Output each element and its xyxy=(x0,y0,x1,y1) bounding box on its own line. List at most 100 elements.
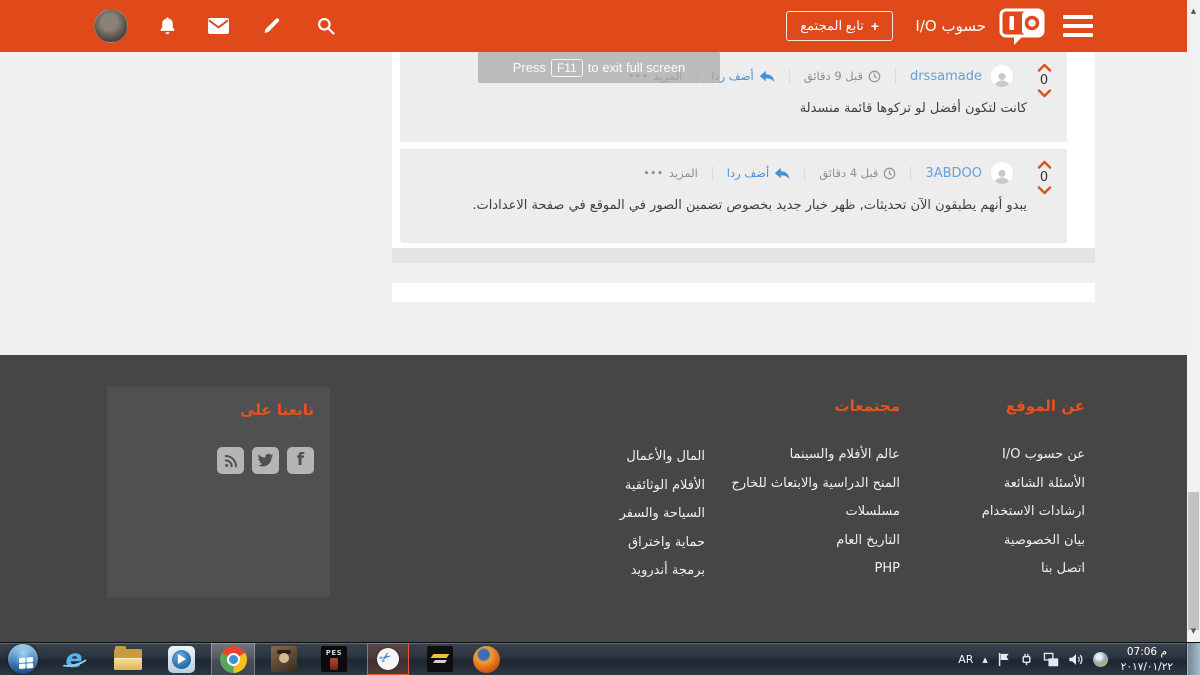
taskbar-clock[interactable]: 07:06 م ٢٠١٧/٠١/٢٢ xyxy=(1117,645,1177,673)
facebook-icon[interactable]: f xyxy=(287,447,314,474)
plus-icon: + xyxy=(871,18,879,34)
comment-row: 0 3ABDOO قبل 4 دقائق xyxy=(400,149,1067,243)
footer-community-link[interactable]: برمجة أندرويد xyxy=(620,557,705,586)
meta-divider xyxy=(712,166,713,181)
footer-link[interactable]: عن حسوب I/O xyxy=(982,441,1085,470)
compose-pencil-icon[interactable] xyxy=(262,15,282,40)
footer-link[interactable]: بيان الخصوصية xyxy=(982,527,1085,556)
action-center-flag-icon[interactable] xyxy=(997,652,1010,667)
windows-explorer-icon[interactable] xyxy=(114,649,142,670)
safely-remove-hardware-icon[interactable] xyxy=(1019,652,1034,667)
hsoub-io-logo[interactable] xyxy=(999,8,1045,49)
footer-community-link[interactable]: المنح الدراسية والابتعاث للخارج xyxy=(732,470,900,499)
footer-about-column: عن الموقع عن حسوب I/O الأسئلة الشائعة ار… xyxy=(982,397,1085,584)
notifications-bell-icon[interactable] xyxy=(157,15,178,41)
site-title[interactable]: حسوب I/O xyxy=(915,0,986,52)
vote-widget: 0 xyxy=(1034,160,1054,195)
footer-community-link[interactable]: PHP xyxy=(732,555,900,584)
firefox-icon[interactable] xyxy=(473,646,500,673)
language-indicator[interactable]: AR xyxy=(958,653,973,666)
commenter-username[interactable]: drssamade xyxy=(910,69,982,84)
nfs-game-icon[interactable] xyxy=(427,646,453,672)
footer-community-link[interactable]: عالم الأفلام والسينما xyxy=(732,441,900,470)
reply-arrow-icon xyxy=(774,167,790,180)
hidden-icons-arrow[interactable]: ▲ xyxy=(982,656,987,664)
follow-us-title: تابعنا على xyxy=(123,401,314,419)
meta-divider xyxy=(789,69,790,84)
gta-game-icon[interactable] xyxy=(271,646,297,672)
f11-key-badge: F11 xyxy=(551,59,583,77)
page-scrollbar[interactable]: ▲ ▼ xyxy=(1187,0,1200,642)
topic-card: 0 drssamade قبل 9 دقائق xyxy=(392,52,1095,302)
comment-meta: 3ABDOO قبل 4 دقائق أضف ردا المزيد ••• xyxy=(400,149,1067,184)
search-icon[interactable] xyxy=(316,16,336,40)
footer-community-link[interactable]: السياحة والسفر xyxy=(620,500,705,529)
pes-game-icon[interactable]: PES xyxy=(321,646,347,672)
clock-icon xyxy=(868,70,881,83)
footer-communities-column-2: المال والأعمال الأفلام الوثائقية السياحة… xyxy=(620,397,705,586)
start-button[interactable] xyxy=(8,644,38,674)
toast-text: Press xyxy=(513,60,546,75)
twitter-icon[interactable] xyxy=(252,447,279,474)
site-footer: عن الموقع عن حسوب I/O الأسئلة الشائعة ار… xyxy=(0,355,1200,642)
show-desktop-button[interactable] xyxy=(1186,643,1200,675)
footer-community-link[interactable]: التاريخ العام xyxy=(732,527,900,556)
comment-time: قبل 4 دقائق xyxy=(819,166,896,180)
footer-communities-column: مجتمعات عالم الأفلام والسينما المنح الدر… xyxy=(732,397,900,584)
chrome-taskbar-button[interactable] xyxy=(211,643,255,675)
vote-widget: 0 xyxy=(1034,63,1054,98)
media-player-icon[interactable] xyxy=(168,646,195,673)
commenter-avatar[interactable] xyxy=(991,65,1013,87)
meta-divider xyxy=(895,69,896,84)
snipping-tool-icon: ✂ xyxy=(377,648,399,670)
more-dots-icon: ••• xyxy=(644,169,664,179)
card-footer-band xyxy=(392,248,1095,263)
footer-community-link[interactable]: المال والأعمال xyxy=(620,443,705,472)
reply-arrow-icon xyxy=(759,70,775,83)
meta-divider xyxy=(804,166,805,181)
menu-icon[interactable] xyxy=(1063,15,1093,37)
volume-speaker-icon[interactable] xyxy=(1068,652,1084,667)
commenter-avatar[interactable] xyxy=(991,162,1013,184)
footer-link[interactable]: الأسئلة الشائعة xyxy=(982,470,1085,499)
user-avatar[interactable] xyxy=(94,9,128,43)
downvote-icon[interactable] xyxy=(1037,186,1052,195)
network-icon[interactable] xyxy=(1043,652,1059,667)
footer-community-link[interactable]: حماية واختراق xyxy=(620,529,705,558)
chrome-icon xyxy=(220,646,247,673)
comment-text: كانت لتكون أفضل لو تركوها قائمة منسدلة xyxy=(400,87,1067,116)
scrollbar-down-arrow[interactable]: ▼ xyxy=(1187,627,1200,635)
clock-icon xyxy=(883,167,896,180)
meta-divider xyxy=(910,166,911,181)
social-icons-row: f xyxy=(123,447,314,474)
upvote-icon[interactable] xyxy=(1037,63,1052,72)
card-footer-band-light xyxy=(392,263,1095,283)
rss-icon[interactable] xyxy=(217,447,244,474)
fullscreen-exit-toast: Press F11 to exit full screen xyxy=(478,52,720,83)
comment-time: قبل 9 دقائق xyxy=(804,69,881,83)
add-reply-link[interactable]: أضف ردا xyxy=(727,166,790,180)
footer-community-link[interactable]: مسلسلات xyxy=(732,498,900,527)
follow-community-button[interactable]: + تابع المجتمع xyxy=(786,11,893,41)
scrollbar-up-arrow[interactable]: ▲ xyxy=(1187,7,1200,15)
comment-text: يبدو أنهم يطبقون الآن تحديثات, ظهر خيار … xyxy=(400,184,1067,213)
footer-link[interactable]: اتصل بنا xyxy=(982,555,1085,584)
internet-explorer-icon[interactable]: e xyxy=(60,645,88,673)
weather-ball-icon[interactable] xyxy=(1093,652,1108,667)
commenter-username[interactable]: 3ABDOO xyxy=(925,166,982,181)
clock-time: 07:06 م xyxy=(1121,645,1173,659)
system-tray: AR ▲ 07:06 م ٢٠١٧/٠١/٢٢ xyxy=(958,643,1200,675)
more-menu[interactable]: المزيد ••• xyxy=(644,166,698,180)
follow-community-label: تابع المجتمع xyxy=(800,18,864,34)
upvote-icon[interactable] xyxy=(1037,160,1052,169)
footer-link[interactable]: ارشادات الاستخدام xyxy=(982,498,1085,527)
scrollbar-thumb[interactable] xyxy=(1188,492,1199,630)
snipping-tool-button[interactable]: ✂ xyxy=(367,643,409,675)
add-reply-link[interactable]: أضف ردا xyxy=(711,69,774,83)
footer-community-link[interactable]: الأفلام الوثائقية xyxy=(620,472,705,501)
top-navbar: حسوب I/O + تابع المجتمع xyxy=(0,0,1200,52)
downvote-icon[interactable] xyxy=(1037,89,1052,98)
vote-count: 0 xyxy=(1040,73,1048,88)
page-content: 0 drssamade قبل 9 دقائق xyxy=(0,52,1200,355)
messages-mail-icon[interactable] xyxy=(207,17,230,39)
